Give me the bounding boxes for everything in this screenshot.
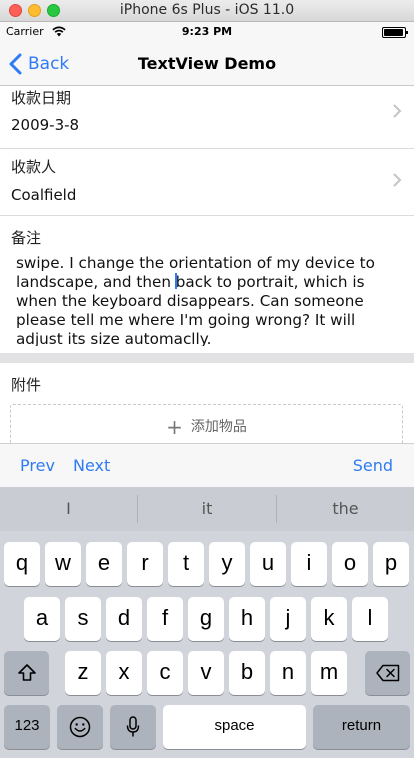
key-x[interactable]: x — [106, 651, 142, 695]
chevron-right-icon — [393, 173, 402, 187]
notes-section: 备注 swipe. I change the orientation of my… — [0, 216, 414, 353]
key-u[interactable]: u — [250, 542, 286, 586]
chevron-right-icon — [393, 104, 402, 118]
key-r[interactable]: r — [127, 542, 163, 586]
keyboard: I it the qwertyuiop asdfghjkl zxcvbnm 12… — [0, 487, 414, 758]
add-item-label: 添加物品 — [190, 419, 247, 435]
key-f[interactable]: f — [147, 597, 183, 641]
payee-label: 收款人 — [11, 158, 57, 176]
simulator-title-bar: iPhone 6s Plus - iOS 11.0 — [0, 0, 414, 22]
status-time: 9:23 PM — [181, 25, 233, 38]
space-key[interactable]: space — [163, 705, 306, 749]
key-s[interactable]: s — [65, 597, 101, 641]
prev-button[interactable]: Prev — [20, 456, 55, 475]
key-e[interactable]: e — [86, 542, 122, 586]
key-j[interactable]: j — [270, 597, 306, 641]
key-t[interactable]: t — [168, 542, 204, 586]
key-b[interactable]: b — [229, 651, 265, 695]
simulator-title: iPhone 6s Plus - iOS 11.0 — [119, 2, 295, 18]
key-p[interactable]: p — [373, 542, 409, 586]
key-w[interactable]: w — [45, 542, 81, 586]
microphone-icon — [126, 716, 140, 737]
attachments-label: 附件 — [11, 376, 42, 394]
notes-text-view[interactable]: swipe. I change the orientation of my de… — [16, 254, 406, 346]
plus-icon: + — [166, 415, 183, 439]
key-k[interactable]: k — [311, 597, 347, 641]
section-separator — [0, 353, 414, 363]
keyboard-accessory-bar: Prev Next Send — [0, 443, 414, 487]
shift-icon — [17, 664, 36, 681]
key-g[interactable]: g — [188, 597, 224, 641]
navigation-bar: Back TextView Demo — [0, 42, 414, 86]
key-h[interactable]: h — [229, 597, 265, 641]
key-v[interactable]: v — [188, 651, 224, 695]
battery-icon — [382, 27, 408, 38]
key-z[interactable]: z — [65, 651, 101, 695]
page-title: TextView Demo — [137, 54, 277, 73]
emoji-icon — [69, 716, 91, 738]
emoji-key[interactable] — [57, 705, 103, 749]
key-a[interactable]: a — [24, 597, 60, 641]
dictation-key[interactable] — [110, 705, 156, 749]
shift-key[interactable] — [4, 651, 49, 695]
delete-icon — [375, 664, 399, 682]
attachments-section: 附件 + 添加物品 — [0, 363, 414, 454]
key-n[interactable]: n — [270, 651, 306, 695]
return-key[interactable]: return — [313, 705, 410, 749]
status-bar: Carrier 9:23 PM — [0, 22, 414, 42]
key-m[interactable]: m — [311, 651, 347, 695]
numbers-key[interactable]: 123 — [4, 705, 50, 749]
payee-value: Coalfield — [11, 186, 77, 204]
next-button[interactable]: Next — [73, 456, 110, 475]
key-q[interactable]: q — [4, 542, 40, 586]
key-c[interactable]: c — [147, 651, 183, 695]
suggestion-1[interactable]: I — [0, 487, 137, 531]
suggestion-3[interactable]: the — [277, 487, 414, 531]
key-l[interactable]: l — [352, 597, 388, 641]
date-value: 2009-3-8 — [11, 116, 80, 134]
delete-key[interactable] — [365, 651, 410, 695]
send-button[interactable]: Send — [353, 456, 393, 475]
key-o[interactable]: o — [332, 542, 368, 586]
notes-label: 备注 — [11, 229, 42, 247]
key-y[interactable]: y — [209, 542, 245, 586]
payee-row[interactable]: 收款人 Coalfield — [0, 149, 414, 216]
suggestion-2[interactable]: it — [138, 487, 276, 531]
predictive-bar: I it the — [0, 487, 414, 531]
key-d[interactable]: d — [106, 597, 142, 641]
date-label: 收款日期 — [11, 89, 72, 107]
key-i[interactable]: i — [291, 542, 327, 586]
date-row[interactable]: 收款日期 2009-3-8 — [0, 86, 414, 149]
